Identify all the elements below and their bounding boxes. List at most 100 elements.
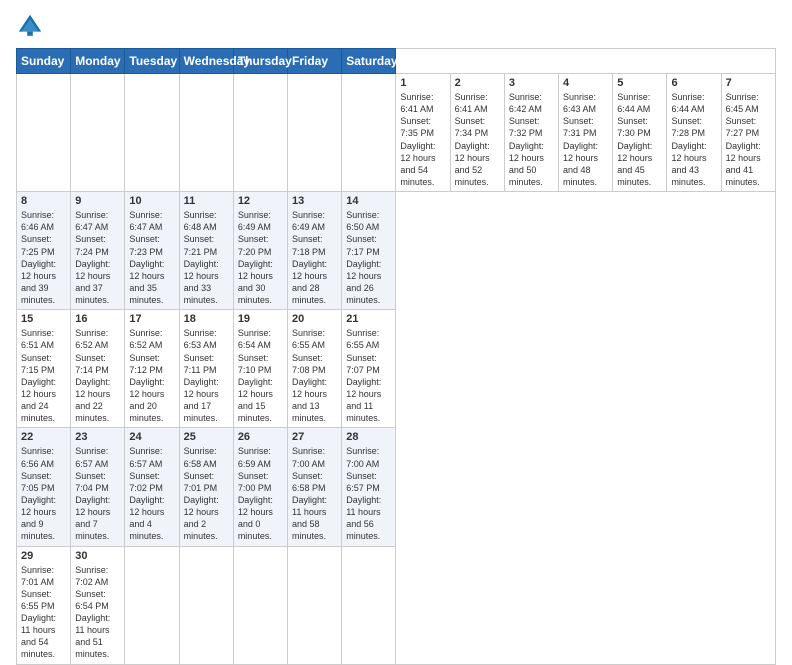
- day-number: 20: [292, 313, 337, 325]
- day-number: 9: [75, 195, 120, 207]
- calendar-cell: 24Sunrise: 6:57 AMSunset: 7:02 PMDayligh…: [125, 428, 179, 546]
- day-number: 29: [21, 550, 66, 562]
- calendar-cell: 2 Sunrise: 6:41 AMSunset: 7:34 PMDaylight…: [450, 74, 504, 192]
- cell-content: Sunrise: 6:53 AMSunset: 7:11 PMDaylight:…: [184, 327, 229, 424]
- calendar-week-row: 8 Sunrise: 6:46 AMSunset: 7:25 PMDaylight…: [17, 192, 776, 310]
- day-number: 30: [75, 550, 120, 562]
- calendar-cell: 4 Sunrise: 6:43 AMSunset: 7:31 PMDaylight…: [559, 74, 613, 192]
- day-number: 13: [292, 195, 337, 207]
- calendar-cell: [125, 74, 179, 192]
- cell-content: Sunrise: 6:49 AMSunset: 7:20 PMDaylight:…: [238, 209, 283, 306]
- cell-content: Sunrise: 6:54 AMSunset: 7:10 PMDaylight:…: [238, 327, 283, 424]
- cell-content: Sunrise: 6:57 AMSunset: 7:02 PMDaylight:…: [129, 445, 174, 542]
- day-number: 1: [400, 77, 445, 89]
- cell-content: Sunrise: 6:42 AMSunset: 7:32 PMDaylight:…: [509, 91, 554, 188]
- logo: [16, 12, 48, 40]
- calendar-cell: 9 Sunrise: 6:47 AMSunset: 7:24 PMDaylight…: [71, 192, 125, 310]
- day-number: 11: [184, 195, 229, 207]
- cell-content: Sunrise: 6:55 AMSunset: 7:07 PMDaylight:…: [346, 327, 391, 424]
- calendar-cell: 29Sunrise: 7:01 AMSunset: 6:55 PMDayligh…: [17, 546, 71, 664]
- cell-content: Sunrise: 6:43 AMSunset: 7:31 PMDaylight:…: [563, 91, 608, 188]
- calendar-cell: 14 Sunrise: 6:50 AMSunset: 7:17 PMDayligh…: [342, 192, 396, 310]
- day-number: 2: [455, 77, 500, 89]
- cell-content: Sunrise: 6:55 AMSunset: 7:08 PMDaylight:…: [292, 327, 337, 424]
- cell-content: Sunrise: 6:45 AMSunset: 7:27 PMDaylight:…: [726, 91, 771, 188]
- cell-content: Sunrise: 6:56 AMSunset: 7:05 PMDaylight:…: [21, 445, 66, 542]
- calendar-week-row: 22 Sunrise: 6:56 AMSunset: 7:05 PMDayligh…: [17, 428, 776, 546]
- col-header-friday: Friday: [288, 49, 342, 74]
- calendar-cell: 16 Sunrise: 6:52 AMSunset: 7:14 PMDayligh…: [71, 310, 125, 428]
- calendar-cell: 3 Sunrise: 6:42 AMSunset: 7:32 PMDaylight…: [504, 74, 558, 192]
- cell-content: Sunrise: 6:59 AMSunset: 7:00 PMDaylight:…: [238, 445, 283, 542]
- calendar-cell: 18 Sunrise: 6:53 AMSunset: 7:11 PMDayligh…: [179, 310, 233, 428]
- col-header-thursday: Thursday: [233, 49, 287, 74]
- calendar-cell: [233, 74, 287, 192]
- col-header-sunday: Sunday: [17, 49, 71, 74]
- cell-content: Sunrise: 6:49 AMSunset: 7:18 PMDaylight:…: [292, 209, 337, 306]
- calendar-table: SundayMondayTuesdayWednesdayThursdayFrid…: [16, 48, 776, 665]
- calendar-week-row: 15Sunrise: 6:51 AMSunset: 7:15 PMDayligh…: [17, 310, 776, 428]
- calendar-week-row: 29Sunrise: 7:01 AMSunset: 6:55 PMDayligh…: [17, 546, 776, 664]
- calendar-cell: 22 Sunrise: 6:56 AMSunset: 7:05 PMDayligh…: [17, 428, 71, 546]
- day-number: 4: [563, 77, 608, 89]
- day-number: 17: [129, 313, 174, 325]
- calendar-cell: 12 Sunrise: 6:49 AMSunset: 7:20 PMDayligh…: [233, 192, 287, 310]
- day-number: 28: [346, 431, 391, 443]
- page: SundayMondayTuesdayWednesdayThursdayFrid…: [0, 0, 792, 612]
- calendar-cell: 8 Sunrise: 6:46 AMSunset: 7:25 PMDaylight…: [17, 192, 71, 310]
- day-number: 12: [238, 195, 283, 207]
- cell-content: Sunrise: 6:57 AMSunset: 7:04 PMDaylight:…: [75, 445, 120, 542]
- day-number: 18: [184, 313, 229, 325]
- calendar-cell: [17, 74, 71, 192]
- day-number: 23: [75, 431, 120, 443]
- day-number: 27: [292, 431, 337, 443]
- calendar-cell: [342, 546, 396, 664]
- day-number: 7: [726, 77, 771, 89]
- calendar-cell: 6Sunrise: 6:44 AMSunset: 7:28 PMDaylight…: [667, 74, 721, 192]
- calendar-cell: 10Sunrise: 6:47 AMSunset: 7:23 PMDayligh…: [125, 192, 179, 310]
- calendar-cell: [179, 546, 233, 664]
- calendar-cell: 26 Sunrise: 6:59 AMSunset: 7:00 PMDayligh…: [233, 428, 287, 546]
- cell-content: Sunrise: 6:47 AMSunset: 7:23 PMDaylight:…: [129, 209, 174, 306]
- cell-content: Sunrise: 7:00 AMSunset: 6:58 PMDaylight:…: [292, 445, 337, 542]
- cell-content: Sunrise: 6:41 AMSunset: 7:34 PMDaylight:…: [455, 91, 500, 188]
- col-header-wednesday: Wednesday: [179, 49, 233, 74]
- calendar-cell: [342, 74, 396, 192]
- calendar-cell: 1Sunrise: 6:41 AMSunset: 7:35 PMDaylight…: [396, 74, 450, 192]
- calendar-cell: 20 Sunrise: 6:55 AMSunset: 7:08 PMDayligh…: [288, 310, 342, 428]
- cell-content: Sunrise: 6:48 AMSunset: 7:21 PMDaylight:…: [184, 209, 229, 306]
- day-number: 22: [21, 431, 66, 443]
- col-header-monday: Monday: [71, 49, 125, 74]
- day-number: 3: [509, 77, 554, 89]
- calendar-cell: [288, 74, 342, 192]
- cell-content: Sunrise: 6:47 AMSunset: 7:24 PMDaylight:…: [75, 209, 120, 306]
- cell-content: Sunrise: 6:46 AMSunset: 7:25 PMDaylight:…: [21, 209, 66, 306]
- calendar-cell: 5Sunrise: 6:44 AMSunset: 7:30 PMDaylight…: [613, 74, 667, 192]
- day-number: 21: [346, 313, 391, 325]
- day-number: 26: [238, 431, 283, 443]
- day-number: 5: [617, 77, 662, 89]
- cell-content: Sunrise: 7:02 AMSunset: 6:54 PMDaylight:…: [75, 564, 120, 661]
- day-number: 16: [75, 313, 120, 325]
- day-number: 8: [21, 195, 66, 207]
- calendar-cell: 15Sunrise: 6:51 AMSunset: 7:15 PMDayligh…: [17, 310, 71, 428]
- calendar-cell: [125, 546, 179, 664]
- cell-content: Sunrise: 6:58 AMSunset: 7:01 PMDaylight:…: [184, 445, 229, 542]
- header: [16, 12, 776, 40]
- calendar-cell: 28Sunrise: 7:00 AMSunset: 6:57 PMDayligh…: [342, 428, 396, 546]
- cell-content: Sunrise: 6:44 AMSunset: 7:28 PMDaylight:…: [671, 91, 716, 188]
- calendar-cell: [233, 546, 287, 664]
- calendar-cell: 27 Sunrise: 7:00 AMSunset: 6:58 PMDayligh…: [288, 428, 342, 546]
- col-header-saturday: Saturday: [342, 49, 396, 74]
- calendar-cell: 7 Sunrise: 6:45 AMSunset: 7:27 PMDaylight…: [721, 74, 775, 192]
- calendar-cell: 30 Sunrise: 7:02 AMSunset: 6:54 PMDayligh…: [71, 546, 125, 664]
- calendar-cell: [71, 74, 125, 192]
- calendar-cell: 19Sunrise: 6:54 AMSunset: 7:10 PMDayligh…: [233, 310, 287, 428]
- calendar-week-row: 1Sunrise: 6:41 AMSunset: 7:35 PMDaylight…: [17, 74, 776, 192]
- day-number: 15: [21, 313, 66, 325]
- cell-content: Sunrise: 6:50 AMSunset: 7:17 PMDaylight:…: [346, 209, 391, 306]
- calendar-cell: 25Sunrise: 6:58 AMSunset: 7:01 PMDayligh…: [179, 428, 233, 546]
- day-number: 14: [346, 195, 391, 207]
- logo-icon: [16, 12, 44, 40]
- cell-content: Sunrise: 6:52 AMSunset: 7:14 PMDaylight:…: [75, 327, 120, 424]
